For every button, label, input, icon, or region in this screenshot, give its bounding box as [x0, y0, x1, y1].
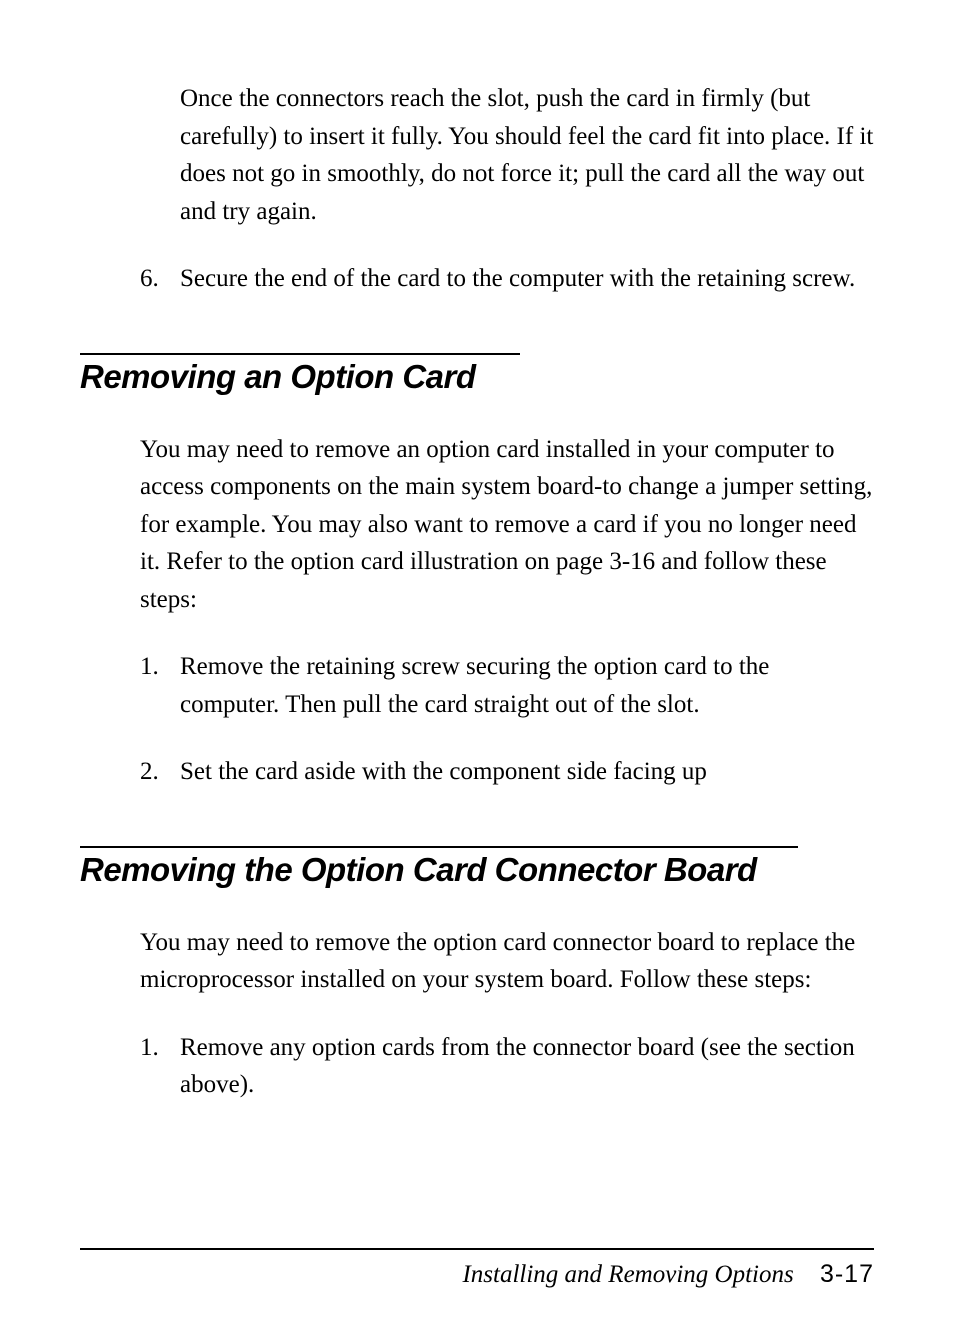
- heading-rule: [80, 353, 520, 355]
- section1-item-1: 1. Remove the retaining screw securing t…: [140, 648, 874, 723]
- list-number: 6.: [140, 260, 180, 298]
- section1-item-2: 2. Set the card aside with the component…: [140, 753, 874, 791]
- section-heading-2: Removing the Option Card Connector Board: [80, 851, 874, 889]
- list-text: Remove the retaining screw securing the …: [180, 648, 874, 723]
- footer-rule: [80, 1248, 874, 1250]
- section-heading-1: Removing an Option Card: [80, 358, 874, 396]
- list-text: Secure the end of the card to the comput…: [180, 260, 874, 298]
- section2-intro: You may need to remove the option card c…: [140, 924, 874, 999]
- section-heading-1-wrap: Removing an Option Card: [80, 353, 874, 396]
- footer-page-number: 3-17: [820, 1260, 874, 1288]
- list-text: Remove any option cards from the connect…: [180, 1029, 874, 1104]
- section-heading-2-wrap: Removing the Option Card Connector Board: [80, 846, 874, 889]
- section2-item-1: 1. Remove any option cards from the conn…: [140, 1029, 874, 1104]
- continuation-paragraph: Once the connectors reach the slot, push…: [180, 80, 874, 230]
- list-text: Set the card aside with the component si…: [180, 753, 874, 791]
- heading-rule: [80, 846, 798, 848]
- page-footer: Installing and Removing Options 3-17: [80, 1248, 874, 1289]
- section1-intro: You may need to remove an option card in…: [140, 431, 874, 619]
- footer-chapter-title: Installing and Removing Options: [462, 1261, 793, 1288]
- list-number: 1.: [140, 648, 180, 723]
- list-number: 2.: [140, 753, 180, 791]
- list-number: 1.: [140, 1029, 180, 1104]
- list-item-6: 6. Secure the end of the card to the com…: [140, 260, 874, 298]
